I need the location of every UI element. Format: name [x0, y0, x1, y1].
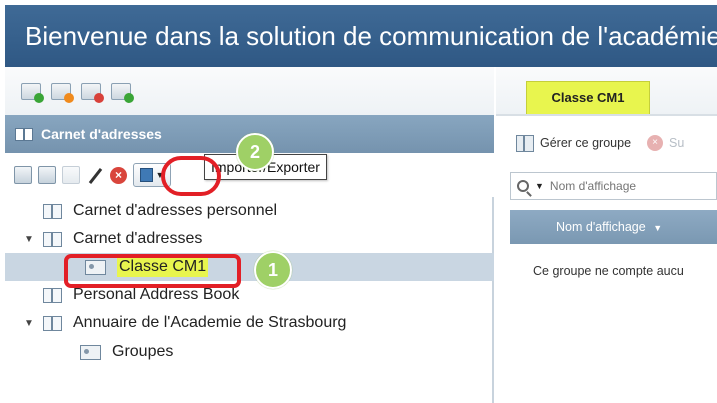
expand-arrow-icon[interactable]: ▼: [23, 234, 35, 245]
address-book-pane: Carnet d'adresses × ▼ Carnet d'adresses …: [5, 67, 494, 403]
sort-arrow-icon[interactable]: ▼: [653, 223, 662, 233]
group-detail-pane: Classe CM1 Gérer ce groupe × Su ▼ Nom d'…: [496, 67, 717, 403]
search-box[interactable]: ▼: [510, 172, 717, 200]
group-toolbar: Gérer ce groupe × Su: [496, 116, 717, 170]
add-address-book-icon[interactable]: [111, 82, 134, 103]
address-book-icon: [43, 231, 62, 247]
app-title-bar: Bienvenue dans la solution de communicat…: [5, 5, 717, 67]
app-title: Bienvenue dans la solution de communicat…: [25, 21, 717, 51]
annotation-step-1: 1: [254, 251, 292, 289]
tree-item-label: Carnet d'adresses personnel: [73, 202, 278, 219]
group-icon: [80, 344, 101, 360]
column-header-display-name[interactable]: Nom d'affichage ▼: [510, 210, 717, 244]
manage-group-button[interactable]: Gérer ce groupe: [540, 136, 631, 150]
annotation-step-2: 2: [236, 133, 274, 171]
main-toolbar: [5, 67, 494, 115]
delete-icon[interactable]: ×: [110, 166, 127, 184]
tree-item-label: Groupes: [112, 343, 174, 360]
tree-item-label: Carnet d'adresses: [73, 230, 203, 247]
tree-item-academy-directory[interactable]: ▼ Annuaire de l'Academie de Strasbourg: [5, 309, 494, 337]
import-contacts-icon[interactable]: [51, 82, 74, 103]
tree-item-label: Personal Address Book: [73, 286, 240, 303]
address-book-icon: [43, 287, 62, 303]
empty-group-message: Ce groupe ne compte aucu: [533, 264, 684, 278]
delete-group-label[interactable]: Su: [669, 136, 684, 150]
column-header-label: Nom d'affichage: [556, 220, 646, 234]
address-book-icon: [43, 203, 62, 219]
search-icon[interactable]: [517, 180, 529, 192]
new-contact-icon[interactable]: [21, 82, 44, 103]
tab-strip: Classe CM1: [496, 67, 717, 116]
edit-contacts-icon[interactable]: [81, 82, 104, 103]
pencil-icon[interactable]: [86, 166, 104, 184]
manage-group-icon: [516, 134, 534, 152]
add-group-icon[interactable]: [38, 166, 56, 184]
annotation-ring-import-export: [161, 156, 221, 196]
annotation-ring-classe-cm1: [64, 254, 241, 288]
section-title: Carnet d'adresses: [41, 126, 162, 142]
tab-classe-cm1[interactable]: Classe CM1: [526, 81, 650, 115]
add-contact-icon[interactable]: [14, 166, 32, 184]
tree-item-groups[interactable]: Groupes: [5, 338, 494, 366]
chevron-down-icon[interactable]: ▼: [535, 181, 544, 191]
search-input[interactable]: [549, 179, 700, 193]
add-to-group-icon: [62, 166, 80, 184]
address-book-icon: [15, 127, 33, 141]
directory-icon: [43, 315, 62, 331]
tree-item-personal-address-book[interactable]: Carnet d'adresses personnel: [5, 197, 494, 225]
tree-item-label: Annuaire de l'Academie de Strasbourg: [73, 314, 347, 331]
delete-group-icon[interactable]: ×: [647, 135, 664, 151]
tree-item-address-book[interactable]: ▼ Carnet d'adresses: [5, 225, 494, 253]
import-export-icon: [139, 168, 153, 182]
expand-arrow-icon[interactable]: ▼: [23, 318, 35, 329]
